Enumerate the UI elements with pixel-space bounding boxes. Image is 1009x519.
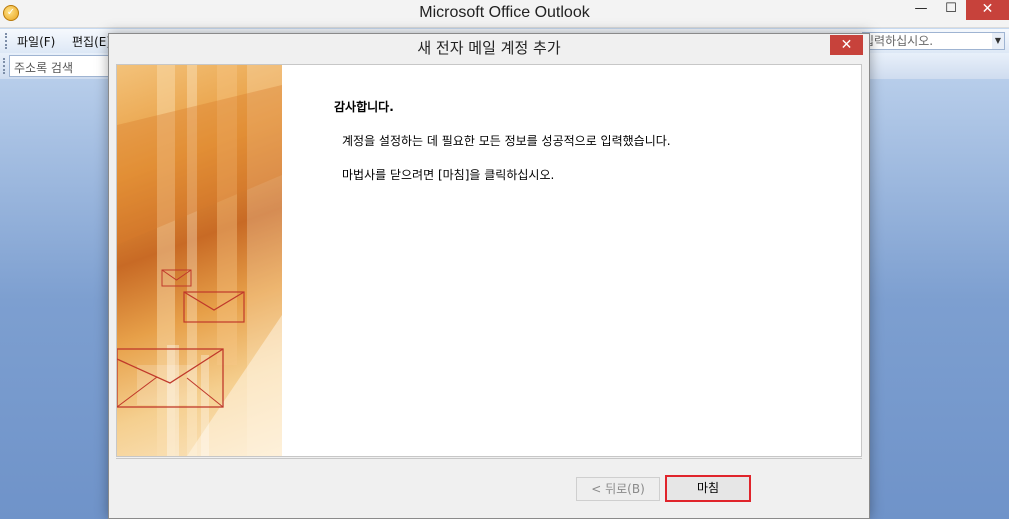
minimize-button[interactable]: —	[908, 0, 934, 20]
menu-file[interactable]: 파일(F)	[17, 33, 55, 50]
close-window-button[interactable]: ✕	[966, 0, 1009, 20]
dialog-title: 새 전자 메일 계정 추가	[417, 39, 561, 57]
footer-divider	[116, 458, 862, 459]
thanks-heading: 감사합니다.	[334, 100, 394, 114]
help-search-placeholder: 입력하십시오.	[863, 34, 934, 48]
wizard-content: 감사합니다. 계정을 설정하는 데 필요한 모든 정보를 성공적으로 입력했습니…	[334, 98, 854, 200]
outlook-titlebar: ✓ Microsoft Office Outlook — ☐ ✕	[0, 0, 1009, 28]
menu-edit[interactable]: 편집(E)	[72, 33, 111, 50]
help-search-input[interactable]: 입력하십시오. ▼	[862, 32, 1005, 50]
menu-grip[interactable]	[5, 33, 8, 49]
success-message: 계정을 설정하는 데 필요한 모든 정보를 성공적으로 입력했습니다.	[342, 134, 671, 148]
back-button[interactable]: < 뒤로(B)	[576, 477, 660, 501]
dropdown-arrow-icon[interactable]: ▼	[992, 33, 1004, 49]
window-title: Microsoft Office Outlook	[419, 4, 590, 21]
envelope-art-icon	[117, 65, 282, 456]
maximize-button[interactable]: ☐	[938, 0, 964, 20]
wizard-banner-image	[117, 65, 282, 456]
dialog-body: 감사합니다. 계정을 설정하는 데 필요한 모든 정보를 성공적으로 입력했습니…	[116, 64, 862, 457]
finish-button[interactable]: 마침	[665, 475, 751, 502]
dialog-close-button[interactable]: ✕	[830, 35, 863, 55]
toolbar-grip[interactable]	[3, 58, 6, 74]
add-email-account-dialog: 새 전자 메일 계정 추가 ✕ 감사합니다. 계정을 설정하는 데 필요한 모든…	[108, 33, 870, 519]
address-book-search-input[interactable]: 주소록 검색	[9, 55, 109, 77]
close-instruction: 마법사를 닫으려면 [마침]을 클릭하십시오.	[342, 168, 555, 182]
